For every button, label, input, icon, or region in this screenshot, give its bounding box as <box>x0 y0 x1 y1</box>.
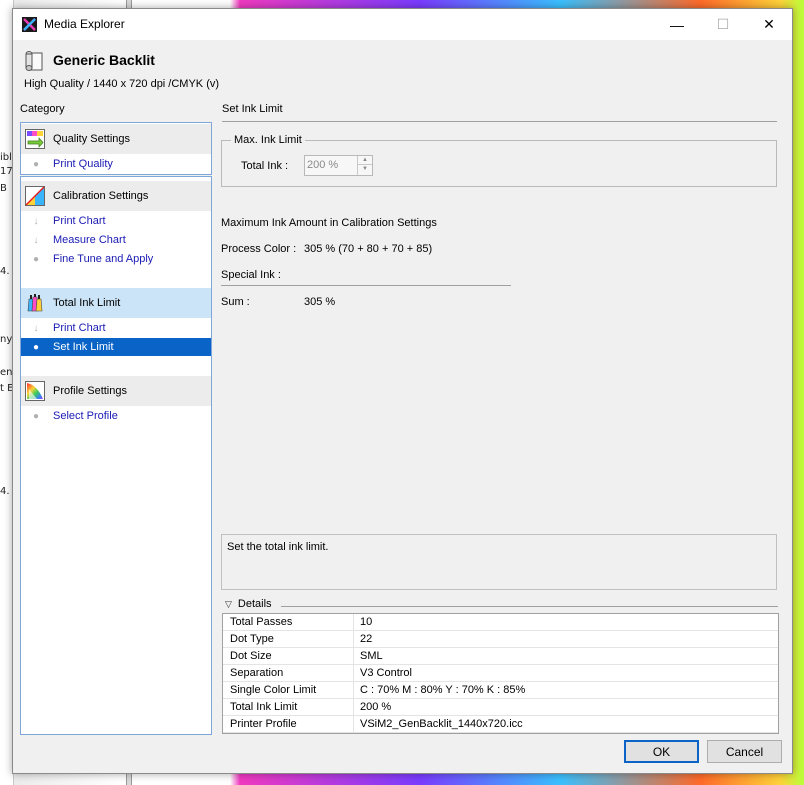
sum-label: Sum : <box>221 296 250 308</box>
spin-up-icon[interactable]: ▲ <box>358 156 372 165</box>
bullet-dot-icon: ● <box>32 410 40 422</box>
section-title: Set Ink Limit <box>222 103 283 115</box>
category-group-label: Total Ink Limit <box>53 297 121 309</box>
profile-settings-icon <box>25 381 45 401</box>
bullet-dot-icon: ● <box>32 158 40 170</box>
category-item-print-chart[interactable]: ↓ Print Chart <box>21 212 211 230</box>
spin-down-icon[interactable]: ▼ <box>358 165 372 174</box>
table-row: Printer Profile VSiM2_GenBacklit_1440x72… <box>223 716 778 733</box>
close-button[interactable]: ✕ <box>746 9 792 40</box>
table-row: Dot Type 22 <box>223 631 778 648</box>
category-item-label: Measure Chart <box>53 234 126 246</box>
detail-value: 22 <box>360 633 373 645</box>
description-text: Set the total ink limit. <box>227 541 329 553</box>
table-row: Total Ink Limit 200 % <box>223 699 778 716</box>
spinner-arrows[interactable]: ▲ ▼ <box>357 156 372 175</box>
sum-value: 305 % <box>304 296 336 308</box>
quality-settings-icon <box>25 129 45 149</box>
special-ink-label: Special Ink : <box>221 269 281 281</box>
total-ink-limit-icon <box>27 294 43 312</box>
details-divider <box>281 606 778 607</box>
process-color-value: 305 % (70 + 80 + 70 + 85) <box>304 243 433 255</box>
detail-value: V3 Control <box>360 667 412 679</box>
category-panel: Quality Settings ● Print Quality Calibra… <box>20 122 212 735</box>
details-table: Total Passes 10 Dot Type 22 Dot Size SML… <box>222 613 779 734</box>
max-ink-limit-legend: Max. Ink Limit <box>231 134 305 146</box>
table-row: Total Passes 10 <box>223 614 778 631</box>
calibration-max-heading: Maximum Ink Amount in Calibration Settin… <box>221 217 437 229</box>
arrow-down-icon: ↓ <box>33 322 39 334</box>
category-item-label: Fine Tune and Apply <box>53 253 154 265</box>
table-row: Dot Size SML <box>223 648 778 665</box>
detail-value: 200 % <box>360 701 392 713</box>
minimize-button[interactable]: — <box>654 9 700 40</box>
category-item-label: Print Chart <box>53 215 106 227</box>
window-title: Media Explorer <box>44 17 125 31</box>
detail-key: Separation <box>230 667 284 679</box>
details-label: Details <box>237 598 272 610</box>
total-ink-spinner[interactable]: 200 % ▲ ▼ <box>304 155 373 176</box>
media-explorer-window: Media Explorer — ☐ ✕ Generic Backlit Hig… <box>12 8 793 774</box>
calibration-settings-icon <box>25 186 45 206</box>
category-item-label: Print Quality <box>53 158 113 170</box>
title-bar[interactable]: Media Explorer — ☐ ✕ <box>13 9 792 40</box>
category-group-label: Calibration Settings <box>53 190 149 202</box>
ok-button[interactable]: OK <box>624 740 699 763</box>
collapse-caret-icon[interactable]: ▽ <box>225 599 232 610</box>
category-item-fine-tune-and-apply[interactable]: ● Fine Tune and Apply <box>21 250 211 268</box>
detail-key: Printer Profile <box>230 718 297 730</box>
total-ink-value[interactable]: 200 % <box>307 159 338 171</box>
detail-value: SML <box>360 650 383 662</box>
category-group-calibration-settings[interactable]: Calibration Settings <box>21 181 211 211</box>
process-color-label: Process Color : <box>221 243 297 255</box>
arrow-down-icon: ↓ <box>33 234 39 246</box>
table-row: Separation V3 Control <box>223 665 778 682</box>
detail-value: VSiM2_GenBacklit_1440x720.icc <box>360 718 523 730</box>
category-item-label: Select Profile <box>53 410 118 422</box>
description-box: Set the total ink limit. <box>221 534 777 590</box>
table-row: Single Color Limit C : 70% M : 80% Y : 7… <box>223 682 778 699</box>
detail-value: C : 70% M : 80% Y : 70% K : 85% <box>360 684 526 696</box>
category-item-print-quality[interactable]: ● Print Quality <box>21 155 211 173</box>
category-group-label: Profile Settings <box>53 385 127 397</box>
detail-key: Total Passes <box>230 616 293 628</box>
category-label: Category <box>20 103 65 115</box>
category-item-label: Set Ink Limit <box>53 341 114 353</box>
category-item-set-ink-limit[interactable]: ● Set Ink Limit <box>21 338 211 356</box>
category-item-measure-chart[interactable]: ↓ Measure Chart <box>21 231 211 249</box>
category-item-select-profile[interactable]: ● Select Profile <box>21 407 211 425</box>
app-logo-icon <box>22 17 37 32</box>
category-group-total-ink-limit[interactable]: Total Ink Limit <box>21 288 211 318</box>
detail-key: Single Color Limit <box>230 684 317 696</box>
category-group-label: Quality Settings <box>53 133 131 145</box>
cancel-button[interactable]: Cancel <box>707 740 782 763</box>
bullet-dot-icon: ● <box>32 253 40 265</box>
detail-key: Dot Size <box>230 650 272 662</box>
media-roll-icon <box>24 50 44 72</box>
category-group-quality-settings[interactable]: Quality Settings <box>21 124 211 154</box>
media-name: Generic Backlit <box>53 52 155 68</box>
category-group-profile-settings[interactable]: Profile Settings <box>21 376 211 406</box>
total-ink-label: Total Ink : <box>241 160 289 172</box>
media-quality-info: High Quality / 1440 x 720 dpi /CMYK (v) <box>24 78 220 90</box>
section-divider <box>222 121 777 122</box>
sum-divider <box>221 285 511 286</box>
detail-key: Dot Type <box>230 633 274 645</box>
arrow-down-icon: ↓ <box>33 215 39 227</box>
detail-key: Total Ink Limit <box>230 701 298 713</box>
details-toggle[interactable]: ▽ Details <box>225 598 272 610</box>
maximize-button[interactable]: ☐ <box>700 9 746 40</box>
category-item-label: Print Chart <box>53 322 106 334</box>
bullet-dot-icon: ● <box>32 341 40 353</box>
detail-value: 10 <box>360 616 373 628</box>
category-item-print-chart[interactable]: ↓ Print Chart <box>21 319 211 337</box>
category-separator <box>20 174 212 177</box>
